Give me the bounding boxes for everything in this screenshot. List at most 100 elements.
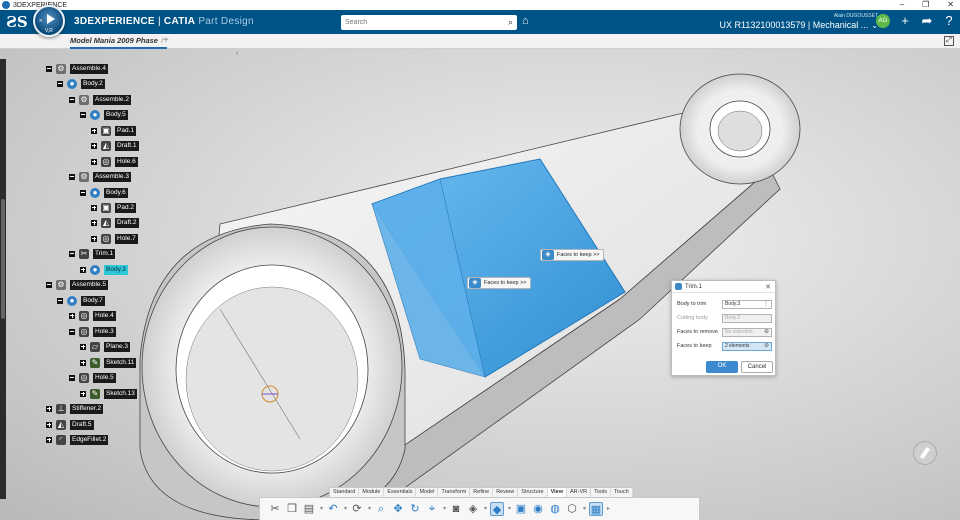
ds-logo[interactable]: ƧS — [6, 13, 28, 31]
tree-node[interactable]: ◎ Hole.3 — [69, 326, 116, 337]
add-tab-button[interactable]: + — [163, 35, 169, 46]
compass-quadrant-left[interactable]: » — [39, 18, 42, 24]
user-area[interactable]: Alain DUGOUSSET UX R1132100013579 | Mech… — [720, 13, 878, 30]
chevron-right-icon[interactable]: ▸ — [606, 502, 611, 516]
tree-node[interactable]: ⚙ Assemble.5 — [46, 279, 108, 290]
tab-tools[interactable]: Tools — [591, 488, 611, 497]
faces-to-remove-field[interactable]: No selection ⊕ — [722, 327, 772, 337]
collapse-toggle[interactable] — [57, 80, 63, 87]
expand-toggle[interactable] — [91, 158, 97, 165]
expand-toggle[interactable] — [91, 127, 97, 134]
expand-toggle[interactable] — [46, 405, 52, 412]
search-input[interactable] — [341, 15, 496, 30]
expand-toggle[interactable] — [80, 390, 86, 397]
cut-icon[interactable]: ✂ — [268, 502, 282, 516]
collapse-toggle[interactable] — [69, 173, 75, 180]
tab-model[interactable]: Model — [416, 488, 439, 497]
tree-node[interactable]: ▣ Pad.1 — [91, 125, 136, 136]
shading-icon[interactable]: ◍ — [548, 502, 562, 516]
expand-toggle[interactable] — [80, 359, 86, 366]
chevron-down-icon[interactable]: ▾ — [442, 502, 447, 516]
view-mode-icon[interactable]: ◈ — [466, 502, 480, 516]
paste-icon[interactable]: ▤ — [302, 502, 316, 516]
tab-view[interactable]: View — [547, 488, 568, 497]
ok-button[interactable]: OK — [706, 361, 738, 373]
zoom-area-icon[interactable]: ⌖ — [425, 502, 439, 516]
play-icon[interactable] — [47, 14, 55, 24]
chevron-down-icon[interactable]: ▾ — [507, 502, 512, 516]
close-window-button[interactable]: ✕ — [947, 0, 954, 10]
search-box[interactable]: ⌕ — [341, 15, 517, 30]
render-icon[interactable]: ◉ — [531, 502, 545, 516]
tab-touch[interactable]: Touch — [611, 488, 633, 497]
tree-node[interactable]: ⚙ Assemble.4 — [46, 63, 108, 74]
help-icon[interactable]: ? — [942, 14, 956, 28]
expand-toggle[interactable] — [69, 312, 75, 319]
tab-ar-vr[interactable]: AR-VR — [567, 488, 592, 497]
document-tab[interactable]: Model Mania 2009 Phase I — [70, 34, 168, 49]
tag-icon[interactable]: ⌂ — [522, 15, 529, 27]
zoom-icon[interactable]: ⌕ — [374, 502, 388, 516]
cancel-button[interactable]: Cancel — [741, 361, 773, 373]
expand-icon[interactable]: ⤢ — [944, 36, 954, 46]
tree-node[interactable]: ✎ Sketch.11 — [80, 357, 137, 368]
tab-essentials[interactable]: Essentials — [384, 488, 417, 497]
list-icon[interactable]: ⊕ — [764, 329, 769, 336]
compass-button[interactable]: » V,R — [33, 5, 65, 37]
tree-node[interactable]: ⚙ Assemble.2 — [69, 94, 131, 105]
tree-node[interactable]: ⚙ Assemble.3 — [69, 171, 131, 182]
copy-icon[interactable]: ❐ — [285, 502, 299, 516]
expand-toggle[interactable] — [91, 219, 97, 226]
collapse-toggle[interactable] — [69, 374, 75, 381]
tree-node[interactable]: ✂ Trim.1 — [69, 248, 116, 259]
body-to-trim-field[interactable]: Body.3 ⋮ — [722, 299, 772, 309]
pan-icon[interactable]: ✥ — [391, 502, 405, 516]
tree-node[interactable]: ◭ Draft.2 — [91, 217, 139, 228]
share-icon[interactable]: ➦ — [920, 14, 934, 28]
tree-scrollbar[interactable] — [0, 59, 6, 499]
tree-node[interactable]: ◎ Hole.7 — [91, 233, 138, 244]
3d-viewport[interactable]: ‹ ⚙ Assemble.4 ● Body.2 ⚙ Assemble.2 ● Body.… — [0, 49, 960, 520]
capture-icon[interactable]: ◙ — [449, 502, 463, 516]
expand-toggle[interactable] — [91, 204, 97, 211]
collapse-toggle[interactable] — [80, 111, 86, 118]
tree-collapse-icon[interactable]: ‹ — [236, 50, 238, 57]
iso-view-icon[interactable]: ◆ — [490, 502, 504, 516]
tab-refine[interactable]: Refine — [470, 488, 494, 497]
select-icon[interactable]: ▦ — [589, 502, 603, 516]
minimize-button[interactable]: – — [900, 0, 904, 10]
tree-node[interactable]: ◎ Hole.4 — [69, 310, 116, 321]
faces-to-keep-label[interactable]: ◈ Faces to keep >> — [467, 277, 531, 289]
chevron-down-icon[interactable]: ▾ — [343, 502, 348, 516]
material-icon[interactable]: ⬡ — [565, 502, 579, 516]
tree-node[interactable]: ⊥ Stiffener.2 — [46, 403, 104, 414]
tree-node[interactable]: ● Body.5 — [80, 109, 128, 120]
tab-module[interactable]: Module — [359, 488, 385, 497]
expand-toggle[interactable] — [46, 436, 52, 443]
collab-badge[interactable]: AG — [876, 14, 890, 28]
tree-node-selected[interactable]: ● Body.3 — [80, 264, 128, 275]
collapse-toggle[interactable] — [69, 250, 75, 257]
view-compass-icon[interactable] — [913, 441, 937, 465]
close-icon[interactable]: ✕ — [765, 283, 771, 291]
tree-node[interactable]: ▱ Plane.3 — [80, 341, 131, 352]
expand-toggle[interactable] — [80, 343, 86, 350]
tab-standard[interactable]: Standard — [330, 488, 360, 497]
collapse-toggle[interactable] — [57, 297, 63, 304]
scrollbar-thumb[interactable] — [1, 199, 5, 319]
rotate-icon[interactable]: ↻ — [408, 502, 422, 516]
tree-node[interactable]: ● Body.7 — [57, 295, 105, 306]
tenant-selector[interactable]: UX R1132100013579 | Mechanical ... ⌄ — [720, 20, 878, 30]
chevron-down-icon[interactable]: ▾ — [367, 502, 372, 516]
collapse-toggle[interactable] — [69, 328, 75, 335]
tree-node[interactable]: ◎ Hole.5 — [69, 372, 116, 383]
tab-transform[interactable]: Transform — [438, 488, 471, 497]
more-icon[interactable]: ⋮ — [763, 301, 769, 308]
collapse-toggle[interactable] — [46, 65, 52, 72]
sections-icon[interactable]: ▣ — [514, 502, 528, 516]
tree-node[interactable]: ◭ Draft.5 — [46, 419, 94, 430]
collapse-toggle[interactable] — [69, 96, 75, 103]
expand-toggle[interactable] — [91, 235, 97, 242]
chevron-down-icon[interactable]: ▾ — [582, 502, 587, 516]
chevron-down-icon[interactable]: ▾ — [483, 502, 488, 516]
